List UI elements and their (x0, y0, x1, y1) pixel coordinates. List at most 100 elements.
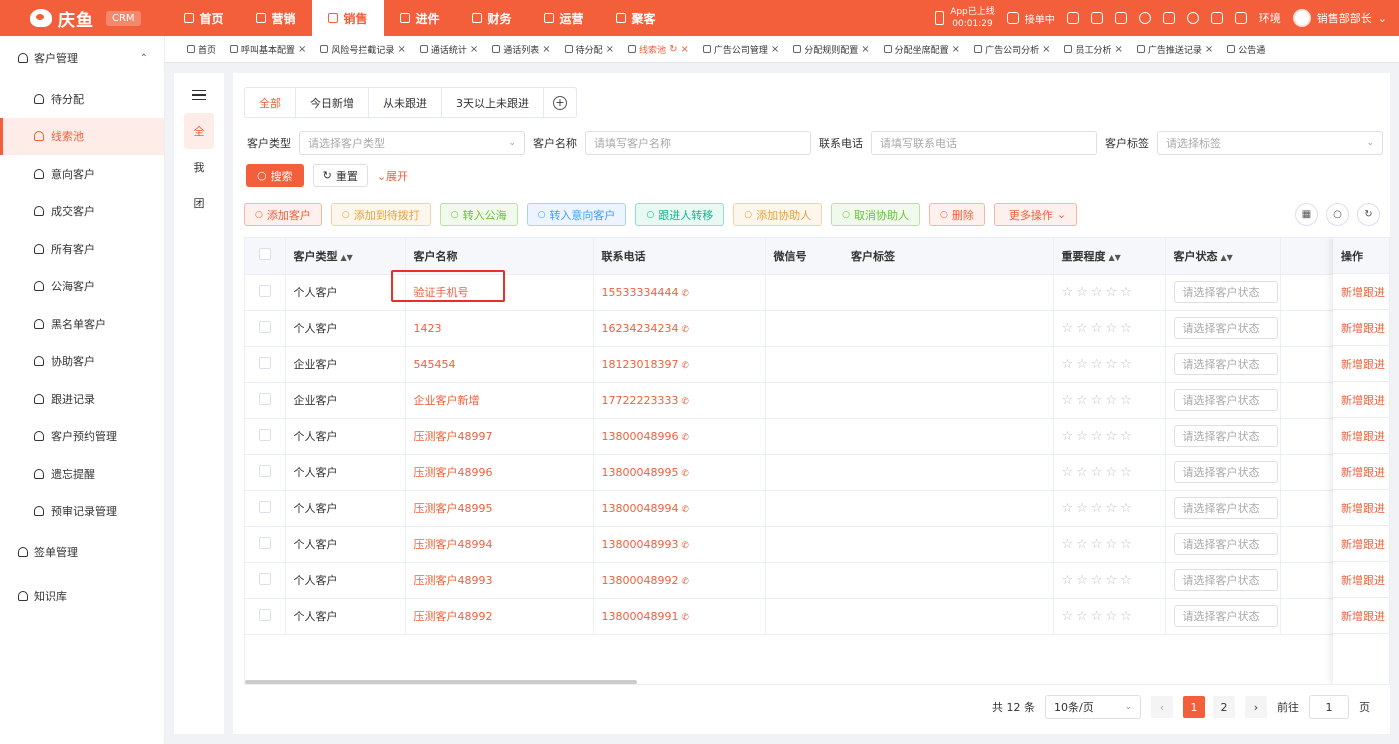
sort-icon[interactable]: ▲▼ (341, 253, 353, 262)
prev-page-button[interactable]: ‹ (1151, 696, 1173, 718)
tab-5[interactable]: 待分配 × (564, 43, 614, 56)
nav-item-6[interactable]: 聚客 (600, 0, 672, 36)
user-menu[interactable]: 销售部部长 ⌄ (1292, 9, 1387, 27)
star-rating[interactable]: ☆☆☆☆☆ (1062, 465, 1135, 480)
action-button-3[interactable]: ○ 转入意向客户 (526, 203, 627, 226)
customer-name-link[interactable]: 压测客户48993 (405, 562, 594, 599)
briefcase-icon[interactable] (1210, 12, 1223, 24)
row-checkbox[interactable] (258, 608, 271, 621)
phone-cell[interactable]: 16234234234 ✆ (593, 310, 766, 347)
tab-6[interactable]: 线索池 ↻ × (628, 43, 689, 56)
row-checkbox[interactable] (258, 392, 271, 405)
sort-icon[interactable]: ▲▼ (1109, 253, 1121, 262)
row-checkbox[interactable] (258, 500, 271, 513)
sidebar-item-6[interactable]: 黑名单客户 (0, 305, 164, 343)
close-icon[interactable]: × (1042, 44, 1050, 55)
sort-icon[interactable]: ▲▼ (1221, 253, 1233, 262)
refresh-icon[interactable]: ↻ (669, 44, 677, 55)
phone-call-icon[interactable]: ✆ (678, 433, 689, 443)
sidebar-item-8[interactable]: 跟进记录 (0, 380, 164, 418)
add-tab-button[interactable]: + (544, 88, 576, 117)
close-icon[interactable]: × (1114, 44, 1122, 55)
add-follow-up-link[interactable]: 新增跟进 (1333, 598, 1389, 634)
close-icon[interactable]: × (861, 44, 869, 55)
action-button-2[interactable]: ○ 转入公海 (439, 203, 518, 226)
phone-call-icon[interactable]: ✆ (678, 541, 689, 551)
row-checkbox[interactable] (258, 536, 271, 549)
reset-button[interactable]: ↻ 重置 (312, 164, 368, 187)
fullscreen-icon[interactable] (1162, 12, 1175, 24)
col-status[interactable]: 客户状态 ▲▼ (1165, 238, 1281, 275)
scope-team[interactable]: 团 (184, 185, 214, 221)
action-button-0[interactable]: ○ 添加客户 (244, 203, 322, 226)
add-follow-up-link[interactable]: 新增跟进 (1333, 382, 1389, 418)
sidebar-item-0[interactable]: 待分配 (0, 80, 164, 118)
star-rating[interactable]: ☆☆☆☆☆ (1062, 609, 1135, 624)
tab-4[interactable]: 通话列表 × (492, 43, 551, 56)
customer-name-link[interactable]: 压测客户48996 (405, 454, 594, 491)
customer-name-link[interactable]: 1423 (405, 310, 594, 347)
star-rating[interactable]: ☆☆☆☆☆ (1062, 321, 1135, 336)
row-checkbox[interactable] (258, 284, 271, 297)
phone-call-icon[interactable]: ✆ (678, 289, 689, 299)
row-checkbox[interactable] (258, 320, 271, 333)
expand-filters-link[interactable]: ⌄展开 (377, 168, 408, 184)
sidebar-item-1[interactable]: 线索池 (0, 117, 164, 155)
phone-call-icon[interactable]: ✆ (678, 397, 689, 407)
close-icon[interactable]: × (952, 44, 960, 55)
column-settings-icon[interactable]: ▦ (1295, 203, 1318, 226)
star-rating[interactable]: ☆☆☆☆☆ (1062, 573, 1135, 588)
phone-input[interactable]: 请填写联系电话 (871, 131, 1097, 155)
customer-status-select[interactable]: 请选择客户状态 (1173, 425, 1278, 447)
add-follow-up-link[interactable]: 新增跟进 (1333, 346, 1389, 382)
nav-item-5[interactable]: 运营 (528, 0, 600, 36)
close-icon[interactable]: × (542, 44, 550, 55)
action-button-4[interactable]: ○ 跟进人转移 (635, 203, 725, 226)
sidebar-group-knowledge[interactable]: 知识库 (0, 574, 164, 618)
search-icon[interactable] (1186, 12, 1199, 24)
add-follow-up-link[interactable]: 新增跟进 (1333, 310, 1389, 346)
phone-call-icon[interactable]: ✆ (678, 577, 689, 587)
customer-name-link[interactable]: 企业客户新增 (405, 382, 594, 419)
sidebar-item-5[interactable]: 公海客户 (0, 268, 164, 306)
action-button-8[interactable]: 更多操作 ⌄ (993, 203, 1078, 226)
filter-tab-1[interactable]: 今日新增 (296, 88, 369, 117)
phone-cell[interactable]: 13800048994 ✆ (593, 490, 766, 527)
horizontal-scrollbar[interactable] (245, 680, 637, 684)
customer-name-link[interactable]: 压测客户48995 (405, 490, 594, 527)
collapse-toggle[interactable] (184, 77, 214, 113)
tab-0[interactable]: 首页 (187, 43, 216, 56)
refresh-icon[interactable]: ↻ (1357, 203, 1380, 226)
sidebar-item-3[interactable]: 成交客户 (0, 193, 164, 231)
tab-12[interactable]: 广告推送记录 × (1136, 43, 1213, 56)
tag-select[interactable]: 请选择标签 ⌄ (1157, 131, 1383, 155)
customer-type-select[interactable]: 请选择客户类型 ⌄ (299, 131, 525, 155)
tab-1[interactable]: 呼叫基本配置 × (230, 43, 306, 56)
star-rating[interactable]: ☆☆☆☆☆ (1062, 537, 1135, 552)
scope-me[interactable]: 我 (184, 149, 214, 185)
sidebar-item-2[interactable]: 意向客户 (0, 155, 164, 193)
dispatch-status[interactable]: 接单中 (1006, 11, 1055, 26)
phone-cell[interactable]: 13800048993 ✆ (593, 526, 766, 563)
send-icon[interactable] (1234, 12, 1247, 24)
col-importance[interactable]: 重要程度 ▲▼ (1053, 238, 1166, 275)
phone-call-icon[interactable]: ✆ (678, 361, 689, 371)
filter-tab-0[interactable]: 全部 (245, 88, 296, 117)
page-number-button[interactable]: 2 (1213, 696, 1235, 718)
action-button-6[interactable]: ○ 取消协助人 (831, 203, 921, 226)
nav-item-2[interactable]: 销售 (312, 0, 384, 36)
nav-item-3[interactable]: 进件 (384, 0, 456, 36)
customer-status-select[interactable]: 请选择客户状态 (1173, 533, 1278, 555)
tab-11[interactable]: 员工分析 × (1064, 43, 1123, 56)
phone-cell[interactable]: 13800048991 ✆ (593, 598, 766, 635)
phone-cell[interactable]: 13800048992 ✆ (593, 562, 766, 599)
phone-cell[interactable]: 18123018397 ✆ (593, 346, 766, 383)
customer-name-link[interactable]: 545454 (405, 346, 594, 383)
row-checkbox[interactable] (258, 356, 271, 369)
customer-status-select[interactable]: 请选择客户状态 (1173, 569, 1278, 591)
sidebar-item-10[interactable]: 遗忘提醒 (0, 455, 164, 493)
row-checkbox[interactable] (258, 464, 271, 477)
sidebar-item-7[interactable]: 协助客户 (0, 343, 164, 381)
sidebar-item-11[interactable]: 预审记录管理 (0, 493, 164, 531)
sidebar-group-customer[interactable]: 客户管理 ⌃ (0, 36, 164, 80)
